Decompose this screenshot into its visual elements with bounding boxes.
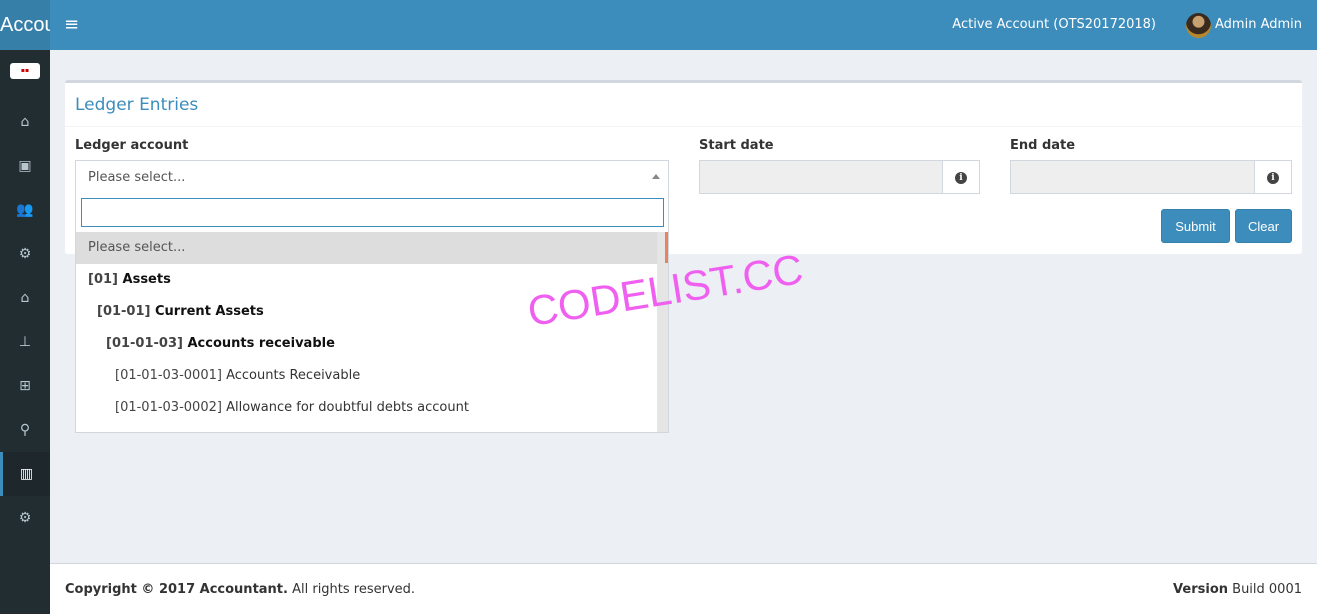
option-code: [01-01] (97, 304, 151, 319)
search-icon: ⚲ (19, 422, 31, 438)
option-name: Allowance for doubtful debts account (226, 400, 469, 415)
users-icon: 👥 (16, 202, 34, 218)
start-date-input[interactable] (699, 160, 943, 194)
sidebar-item-2[interactable]: 👥 (0, 188, 50, 232)
dropdown-option[interactable]: [01-01-03-0001] Accounts Receivable (76, 360, 659, 392)
sidebar-item-5[interactable]: ⊥ (0, 320, 50, 364)
end-date-info-button[interactable]: i (1254, 160, 1292, 194)
dropdown-option[interactable]: [01] Assets (76, 264, 659, 296)
bar-chart-icon: ▥ (19, 466, 34, 482)
start-date-label: Start date (699, 138, 774, 153)
sidebar-item-6[interactable]: ⊞ (0, 364, 50, 408)
address-book-icon: ▣ (18, 158, 32, 174)
option-code: [01-01-03-0002] (115, 400, 222, 415)
sidebar: ▪▪ ⌂ ▣ 👥 ⚙ ⌂ ⊥ ⊞ ⚲ ▥ ⚙ (0, 50, 50, 614)
page-title: Ledger Entries (75, 95, 199, 115)
menu-toggle-icon[interactable]: ≡ (64, 14, 79, 35)
select-value: Please select... (88, 170, 186, 185)
brand-logo[interactable]: Accountant (0, 0, 50, 50)
sidebar-item-9[interactable]: ⚙ (0, 496, 50, 540)
version-label: Version (1173, 582, 1229, 597)
sidebar-item-1[interactable]: ▣ (0, 144, 50, 188)
info-icon: i (1267, 172, 1279, 184)
sidebar-item-3[interactable]: ⚙ (0, 232, 50, 276)
dropdown-search-input[interactable] (81, 198, 664, 227)
dropdown-option[interactable]: [01-01] Current Assets (76, 296, 659, 328)
active-account[interactable]: Active Account (OTS20172018) (952, 17, 1156, 32)
build-text: Build 0001 (1228, 582, 1302, 597)
option-name: Accounts receivable (187, 336, 335, 351)
option-name: Accounts Receivable (226, 368, 361, 383)
sitemap-icon: ⊥ (18, 334, 32, 350)
scrollbar-thumb[interactable] (665, 232, 668, 263)
avatar[interactable] (1186, 13, 1211, 38)
sidebar-item-7[interactable]: ⚲ (0, 408, 50, 452)
gear-icon: ⚙ (18, 510, 32, 526)
home-icon: ⌂ (20, 290, 30, 306)
info-icon: i (955, 172, 967, 184)
version: Version Build 0001 (1173, 582, 1302, 597)
user-menu[interactable]: Admin Admin (1215, 17, 1302, 32)
rights-text: All rights reserved. (287, 582, 416, 597)
sidebar-item-8[interactable]: ▥ (0, 452, 50, 496)
cogs-icon: ⚙ (18, 246, 32, 262)
clear-button[interactable]: Clear (1235, 209, 1292, 243)
option-name: Assets (122, 272, 171, 287)
ledger-account-label: Ledger account (75, 138, 189, 153)
top-navbar: Accountant ≡ Active Account (OTS20172018… (0, 0, 1317, 50)
option-code: [01-01-03] (106, 336, 183, 351)
copyright: Copyright © 2017 Accountant. All rights … (65, 582, 415, 597)
option-code: [01] (88, 272, 118, 287)
dropdown-option[interactable]: Please select... (76, 232, 659, 264)
ledger-account-dropdown: Please select... [01] Assets [01-01] Curre… (75, 193, 669, 433)
company-logo: ▪▪ (10, 63, 40, 79)
start-date-info-button[interactable]: i (942, 160, 980, 194)
dropdown-scrollbar[interactable] (657, 232, 668, 432)
divider (65, 126, 1302, 127)
submit-button[interactable]: Submit (1161, 209, 1230, 243)
sidebar-item-4[interactable]: ⌂ (0, 276, 50, 320)
footer: Copyright © 2017 Accountant. All rights … (50, 563, 1317, 614)
dropdown-option[interactable]: [01-01-03-0002] Allowance for doubtful d… (76, 392, 659, 424)
sidebar-item-0[interactable]: ⌂ (0, 100, 50, 144)
end-date-input[interactable] (1010, 160, 1255, 194)
dropdown-option[interactable]: [01-01-03] Accounts receivable (76, 328, 659, 360)
end-date-label: End date (1010, 138, 1076, 153)
copyright-text: Copyright © 2017 Accountant. (65, 582, 288, 597)
ledger-account-select[interactable]: Please select... (75, 160, 669, 194)
plus-square-icon: ⊞ (19, 378, 31, 394)
home-icon: ⌂ (20, 114, 30, 130)
option-name: Current Assets (155, 304, 264, 319)
caret-up-icon (652, 174, 660, 179)
option-code: [01-01-03-0001] (115, 368, 222, 383)
